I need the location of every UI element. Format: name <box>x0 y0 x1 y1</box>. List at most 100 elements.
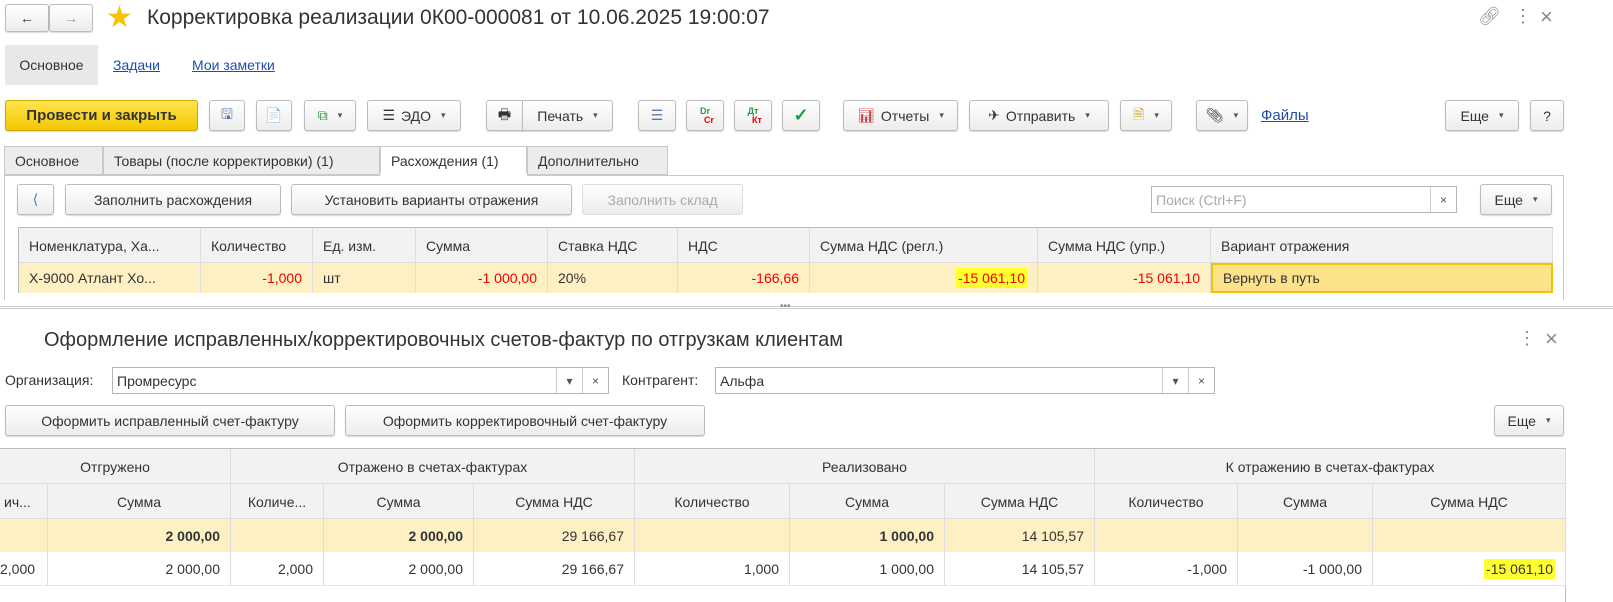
nav-tab-notes[interactable]: Мои заметки <box>192 57 275 73</box>
column-header-text: ич... <box>4 493 31 510</box>
column-header: Сумма НДС (регл.) <box>810 228 1038 263</box>
table-cell-text: -1,000 <box>1187 561 1227 577</box>
table-cell-text: 2 000,00 <box>165 561 221 577</box>
column-header-text: Вариант отражения <box>1221 237 1350 254</box>
post-doc-icon: 📄 <box>265 107 283 123</box>
totals-row: 2 000,00 2 000,00 29 166,67 1 000,00 14 105,… <box>0 519 1566 552</box>
column-header: Количество <box>1095 484 1238 519</box>
fill-differences-button[interactable]: Заполнить расхождения <box>65 184 281 215</box>
table-row[interactable]: Х-9000 Атлант Хо... -1,000 шт -1 000,00 20% -… <box>19 263 1553 293</box>
edo-button[interactable]: ☰ ЭДО <box>367 100 461 131</box>
post-and-close-button[interactable]: Провести и закрыть <box>5 100 198 131</box>
table-cell: -1,000 <box>201 263 313 293</box>
total-cell <box>0 519 48 552</box>
table-cell-text: 1,000 <box>743 561 779 577</box>
nav-tab-tasks[interactable]: Задачи <box>113 57 160 73</box>
issue-fixed-invoice-button[interactable]: Оформить исправленный счет-фактуру <box>5 405 335 436</box>
lower-close-icon[interactable]: × <box>1545 326 1558 352</box>
help-button[interactable]: ? <box>1530 100 1564 131</box>
group-header-text: Реализовано <box>822 458 907 475</box>
send-button[interactable]: ✈︎ Отправить <box>969 100 1109 131</box>
close-icon[interactable]: × <box>1540 4 1553 30</box>
total-cell <box>1373 519 1566 552</box>
group-header-text: К отражению в счетах-фактурах <box>1225 458 1435 475</box>
post-button[interactable]: 📄 <box>256 100 292 131</box>
diff-more-button[interactable]: Еще <box>1480 184 1552 215</box>
back-sync-button[interactable]: ⟨ <box>17 184 54 215</box>
arrows-icon: ⟨ <box>32 191 39 207</box>
tab-goods[interactable]: Товары (после корректировки) (1) <box>103 146 380 175</box>
check-button[interactable]: ✓ <box>782 100 820 131</box>
table-cell-text: -1 000,00 <box>1302 561 1362 577</box>
table-cell[interactable]: Вернуть в путь <box>1211 263 1553 293</box>
files-link[interactable]: Файлы <box>1261 107 1309 124</box>
group-header: Отражено в счетах-фактурах <box>231 449 635 484</box>
doc-status-button[interactable]: 🗎 <box>1120 100 1172 131</box>
column-header-text: Сумма НДС (упр.) <box>1048 237 1166 254</box>
clear-search-icon[interactable]: × <box>1430 187 1456 212</box>
create-based-button[interactable]: ⧉ <box>304 100 356 131</box>
total-cell-text: 2 000,00 <box>165 527 221 544</box>
group-header-text: Отражено в счетах-фактурах <box>337 458 528 475</box>
organization-field[interactable]: Промресурс ▾ × <box>112 367 609 394</box>
group-header: Реализовано <box>635 449 1095 484</box>
set-variants-button[interactable]: Установить варианты отражения <box>291 184 572 215</box>
print-icon-button[interactable]: 🖶 <box>486 100 523 131</box>
more-icon[interactable]: ⋮ <box>1514 6 1532 27</box>
back-button[interactable]: ← <box>5 4 49 32</box>
column-header: ич... <box>0 484 48 519</box>
tab-differences[interactable]: Расхождения (1) <box>380 146 527 176</box>
more-button[interactable]: Еще <box>1445 100 1519 131</box>
structure-button[interactable]: ☰ <box>638 100 676 131</box>
column-header-text: Количество <box>211 237 287 254</box>
reports-button[interactable]: 📊︎ Отчеты <box>843 100 958 131</box>
dt-kt-button[interactable]: Дт Кт <box>734 100 772 131</box>
attach-button[interactable]: 📎︎ <box>1196 100 1248 131</box>
column-header: Количество <box>201 228 313 263</box>
list-icon: ☰ <box>650 107 664 123</box>
splitter[interactable] <box>0 306 1613 309</box>
org-clear-icon[interactable]: × <box>582 368 608 393</box>
save-button[interactable]: 🖫 <box>209 100 245 131</box>
table-cell: -1 000,00 <box>1238 552 1373 586</box>
printer-icon: 🖶 <box>497 105 512 122</box>
lower-more-icon[interactable]: ⋮ <box>1518 328 1536 349</box>
link-icon[interactable]: 🔗︎ <box>1478 6 1501 27</box>
table-cell: -15 061,10 <box>1373 552 1566 586</box>
contr-dropdown-icon[interactable]: ▾ <box>1162 368 1188 393</box>
column-header: Сумма НДС <box>1373 484 1566 519</box>
table-cell: 29 166,67 <box>474 552 635 586</box>
total-cell-text: 14 105,57 <box>1021 527 1084 544</box>
nav-tab-main[interactable]: Основное <box>5 45 98 85</box>
table-cell-text: 20% <box>558 270 587 286</box>
column-header-text: Номенклатура, Ха... <box>29 237 160 254</box>
column-header-text: Ставка НДС <box>558 237 638 254</box>
table-cell-text: -15 061,10 <box>956 268 1027 288</box>
star-icon[interactable]: ★ <box>106 0 133 35</box>
org-dropdown-icon[interactable]: ▾ <box>556 368 582 393</box>
table-cell: 20% <box>548 263 678 293</box>
dr-cr-button[interactable]: Dr Cr <box>686 100 724 131</box>
search-input[interactable]: Поиск (Ctrl+F) × <box>1151 186 1457 213</box>
differences-table: Номенклатура, Ха... Количество Ед. изм. Сум… <box>18 227 1553 293</box>
print-button[interactable]: Печать <box>522 100 613 131</box>
total-cell <box>231 519 324 552</box>
lower-more-button[interactable]: Еще <box>1494 405 1564 436</box>
column-header-text: Сумма <box>426 237 470 254</box>
table-row[interactable]: 2,000 2 000,00 2,000 2 000,00 29 166,67 1,000… <box>0 552 1566 586</box>
contractor-field[interactable]: Альфа ▾ × <box>715 367 1215 394</box>
forward-button[interactable]: → <box>49 4 93 32</box>
contr-clear-icon[interactable]: × <box>1188 368 1214 393</box>
window-title: Корректировка реализации 0К00-000081 от … <box>147 6 770 29</box>
total-cell <box>635 519 790 552</box>
column-header: НДС <box>678 228 810 263</box>
column-header: Количе... <box>231 484 324 519</box>
tab-main[interactable]: Основное <box>4 146 103 175</box>
issue-correction-invoice-button[interactable]: Оформить корректировочный счет-фактуру <box>345 405 705 436</box>
fill-warehouse-button[interactable]: Заполнить склад <box>582 184 743 215</box>
total-cell <box>1238 519 1373 552</box>
table-cell-text: 1 000,00 <box>879 561 935 577</box>
total-cell: 1 000,00 <box>790 519 945 552</box>
tab-additional[interactable]: Дополнительно <box>527 146 668 175</box>
column-header: Ед. изм. <box>313 228 416 263</box>
